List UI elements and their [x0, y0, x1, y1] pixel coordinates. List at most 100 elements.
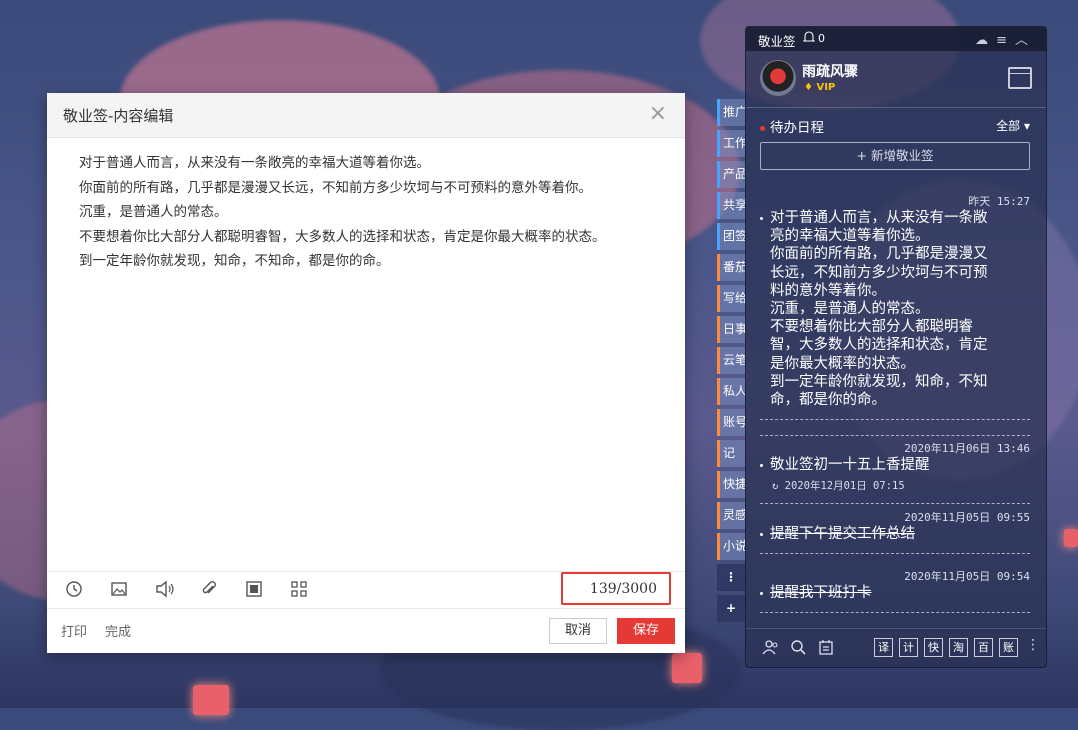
note-time: 昨天 15:27: [968, 195, 1030, 208]
todo-header: 待办日程: [760, 116, 824, 136]
side-tab[interactable]: 云笔: [717, 347, 745, 374]
note-line: 亮的幸福大道等着你选。: [770, 228, 930, 245]
add-tab-icon[interactable]: +: [717, 595, 745, 622]
side-tab-bar: 推广 工作 产品 共享 团签 番茄 写给 日事 云笔 私人 账号 记 快捷 灵感…: [717, 99, 745, 626]
filter-dropdown[interactable]: 全部 ▾: [996, 117, 1030, 134]
menu-icon[interactable]: ≡: [996, 33, 1015, 48]
more-icon[interactable]: ⋮: [1026, 637, 1040, 653]
note-line: 不要想着你比大部分人都聪明睿: [770, 319, 973, 336]
text-line: 对于普通人而言，从来没有一条敞亮的幸福大道等着你选。: [79, 155, 430, 171]
calendar-icon[interactable]: [1008, 67, 1032, 89]
dashed-divider: [760, 553, 1030, 555]
panel-titlebar: 敬业签 0 ☁≡︿: [746, 27, 1046, 51]
qr-code-icon[interactable]: [289, 580, 309, 600]
note-item[interactable]: 2020年11月06日 13:46 敬业签初一十五上香提醒 ↻ 2020年12月…: [760, 435, 1030, 505]
bell-icon[interactable]: [802, 30, 816, 46]
side-tab[interactable]: 写给: [717, 285, 745, 312]
cloud-sync-icon[interactable]: ☁: [975, 33, 996, 48]
filter-label: 全部: [996, 119, 1021, 133]
add-note-button[interactable]: + 新增敬业签: [760, 142, 1030, 170]
side-tab[interactable]: 私人: [717, 378, 745, 405]
stop-icon[interactable]: [244, 580, 264, 600]
side-tab[interactable]: 推广: [717, 99, 745, 126]
side-tab[interactable]: 账号: [717, 409, 745, 436]
image-icon[interactable]: [109, 580, 129, 600]
side-tab[interactable]: 快捷: [717, 471, 745, 498]
note-item[interactable]: 2020年11月05日 09:54 提醒我下班打卡: [760, 568, 1030, 614]
note-item[interactable]: 昨天 15:27 对于普通人而言，从来没有一条敞 亮的幸福大道等着你选。 你面前…: [760, 193, 1030, 421]
done-link[interactable]: 完成: [105, 621, 131, 640]
note-item[interactable]: 2020年11月05日 09:55 提醒下午提交工作总结: [760, 509, 1030, 555]
close-icon[interactable]: ×: [649, 101, 667, 126]
repeat-icon: ↻: [772, 480, 785, 493]
note-line: 命，都是你的命。: [770, 392, 886, 409]
notification-count: 0: [818, 32, 825, 45]
contacts-icon[interactable]: [762, 639, 780, 659]
note-text: 对于普通人而言，从来没有一条敞 亮的幸福大道等着你选。 你面前的所有路，几乎都是…: [760, 209, 1030, 409]
side-tab[interactable]: 记: [717, 440, 745, 467]
express-button[interactable]: 快: [924, 638, 943, 657]
dashed-divider: [760, 503, 1030, 505]
account-button[interactable]: 账: [999, 638, 1018, 657]
side-tab[interactable]: 灵感: [717, 502, 745, 529]
lantern-decoration: [672, 653, 702, 683]
note-time: 2020年11月05日 09:54: [904, 570, 1030, 583]
red-dot-icon: [760, 125, 765, 131]
dialog-footer: 打印 完成 取消 保存: [47, 607, 685, 653]
note-text: 敬业签初一十五上香提醒: [760, 456, 1030, 474]
text-line: 不要想着你比大部分人都聪明睿智，大多数人的选择和状态，肯定是你最大概率的状态。: [79, 228, 606, 245]
editor-toolbar: 139/3000: [47, 571, 685, 609]
dashed-divider: [760, 419, 1030, 421]
text-line: 到一定年龄你就发现，知命，不知命，都是你的命。: [79, 253, 390, 269]
note-line: 对于普通人而言，从来没有一条敞: [770, 210, 988, 226]
side-tab[interactable]: 番茄: [717, 254, 745, 281]
character-counter: 139/3000: [561, 572, 671, 605]
collapse-icon[interactable]: ︿: [1015, 33, 1036, 48]
translate-button[interactable]: 译: [874, 638, 893, 657]
taobao-button[interactable]: 淘: [949, 638, 968, 657]
text-line: 沉重，是普通人的常态。: [79, 204, 228, 220]
avatar[interactable]: [760, 60, 796, 96]
reminder-time: ↻ 2020年12月01日 07:15: [760, 478, 1030, 493]
side-tab[interactable]: 工作: [717, 130, 745, 157]
note-line: 料的意外等着你。: [770, 282, 886, 299]
cancel-button[interactable]: 取消: [549, 618, 607, 644]
audio-icon[interactable]: [155, 580, 175, 600]
dashed-divider: [760, 612, 1030, 614]
note-line: 你面前的所有路，几乎都是漫漫又: [770, 246, 988, 263]
side-tab[interactable]: 小说: [717, 533, 745, 560]
search-icon[interactable]: [790, 639, 806, 659]
attachment-icon[interactable]: [199, 580, 219, 600]
vip-label: VIP: [816, 82, 836, 93]
note-line: 是你最大概率的状态。: [770, 355, 915, 372]
dialog-title: 敬业签-内容编辑: [63, 107, 174, 125]
lantern-decoration: [1064, 529, 1078, 547]
side-tab[interactable]: 共享: [717, 192, 745, 219]
print-link[interactable]: 打印: [61, 621, 87, 640]
sticky-notes-panel: 敬业签 0 ☁≡︿ 雨疏风骤 ♦ VIP 待办日程 全部 ▾ + 新增敬业签 昨…: [745, 26, 1047, 668]
content-editor-dialog: 敬业签-内容编辑 × 对于普通人而言，从来没有一条敞亮的幸福大道等着你选。 你面…: [47, 93, 685, 653]
calculator-button[interactable]: 计: [899, 638, 918, 657]
more-icon[interactable]: ⋮: [717, 564, 745, 591]
baidu-button[interactable]: 百: [974, 638, 993, 657]
dashed-divider: [760, 435, 1030, 436]
user-info: 雨疏风骤 ♦ VIP: [760, 60, 1040, 102]
note-line: 提醒我下班打卡: [770, 585, 872, 601]
dialog-header: 敬业签-内容编辑 ×: [47, 93, 685, 138]
note-line: 敬业签初一十五上香提醒: [770, 457, 930, 473]
lantern-decoration: [193, 685, 229, 715]
clock-icon[interactable]: [64, 580, 84, 600]
side-tab[interactable]: 产品: [717, 161, 745, 188]
side-tab[interactable]: 日事: [717, 316, 745, 343]
save-button[interactable]: 保存: [617, 618, 675, 644]
note-text: 提醒下午提交工作总结: [760, 525, 1030, 543]
editor-text-area[interactable]: 对于普通人而言，从来没有一条敞亮的幸福大道等着你选。 你面前的所有路，几乎都是漫…: [79, 151, 665, 274]
note-line: 智，大多数人的选择和状态，肯定: [770, 337, 988, 354]
note-line: 沉重，是普通人的常态。: [770, 301, 930, 318]
note-line: 提醒下午提交工作总结: [770, 526, 915, 542]
user-name: 雨疏风骤: [802, 64, 858, 80]
vip-badge: ♦ VIP: [804, 82, 836, 93]
side-tab[interactable]: 团签: [717, 223, 745, 250]
panel-bottom-bar: 译 计 快 淘 百 账 ⋮: [746, 628, 1046, 667]
notes-icon[interactable]: [818, 639, 834, 659]
